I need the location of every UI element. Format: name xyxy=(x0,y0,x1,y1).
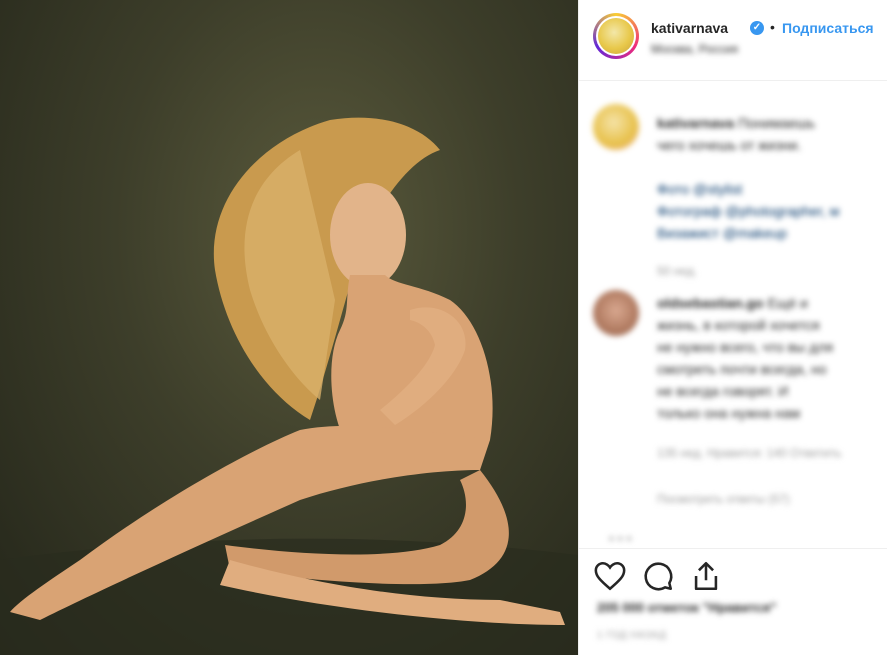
comment-avatar[interactable] xyxy=(593,290,639,336)
post-side-panel: kativarnava ✓ • Подписаться Москва, Росс… xyxy=(579,0,887,655)
comment-avatar[interactable] xyxy=(593,104,639,150)
comment-line: не всегда говорят. И xyxy=(657,383,789,399)
comment-line xyxy=(657,156,882,178)
comment-line: только она нужна нам xyxy=(657,405,801,421)
comment-line: Понимаешь xyxy=(737,115,816,131)
comment-line[interactable]: Фото @stylist xyxy=(657,178,882,200)
post-timestamp: 1 ГОД НАЗАД xyxy=(597,630,667,641)
comment-line: жизнь, в которой хочется xyxy=(657,317,820,333)
photo-illustration xyxy=(0,117,578,655)
comment-line[interactable]: Визажист @makeup xyxy=(657,222,882,244)
heart-icon[interactable] xyxy=(593,559,627,593)
comment-line: Ещё и xyxy=(767,295,808,311)
header-separator: • xyxy=(770,19,775,35)
comment-body: oldsebastian.go Ещё и жизнь, в которой х… xyxy=(657,292,882,424)
author-avatar[interactable] xyxy=(593,13,639,59)
comment-author[interactable]: oldsebastian.go xyxy=(657,295,764,311)
comment-icon[interactable] xyxy=(641,559,675,593)
comment-body: kativarnava Понимаешь чего хочешь от жиз… xyxy=(657,112,882,244)
comment-line: смотреть почти всегда, но xyxy=(657,361,827,377)
comment-timestamp: 50 нед. xyxy=(657,264,698,278)
view-replies-link[interactable]: Посмотреть ответы (57) xyxy=(657,492,790,506)
comment-author[interactable]: kativarnava xyxy=(657,115,734,131)
post-location[interactable]: Москва, Россия xyxy=(651,42,738,56)
comment-line[interactable]: Фотограф @photographer, м xyxy=(657,200,882,222)
author-username[interactable]: kativarnava xyxy=(651,20,728,36)
comment-meta[interactable]: 135 нед. Нравится: 140 Ответить xyxy=(657,446,841,460)
more-dots-icon[interactable]: • • • xyxy=(609,530,631,546)
comment-line: не нужно всего, что вы для xyxy=(657,339,834,355)
verified-badge-icon: ✓ xyxy=(750,21,764,35)
follow-button[interactable]: Подписаться xyxy=(782,20,874,36)
share-icon[interactable] xyxy=(689,559,723,593)
likes-count[interactable]: 205 000 отметок "Нравится" xyxy=(597,600,776,615)
comment-line: чего хочешь от жизни. xyxy=(657,137,802,153)
post-header: kativarnava ✓ • Подписаться Москва, Росс… xyxy=(579,0,887,81)
post-photo[interactable] xyxy=(0,0,578,655)
